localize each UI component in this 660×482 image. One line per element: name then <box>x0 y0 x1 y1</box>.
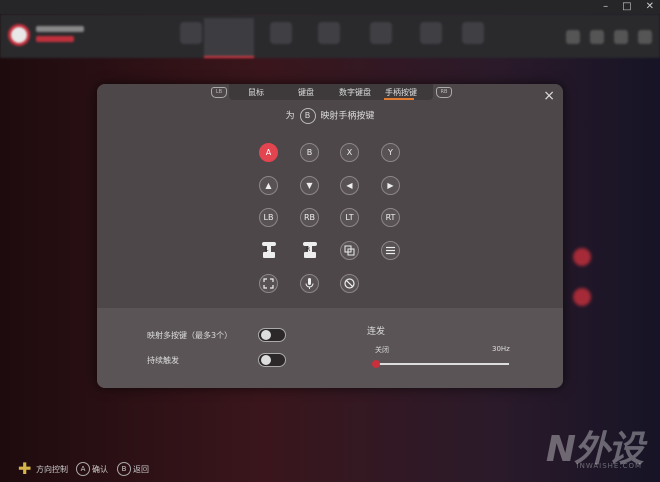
slider-max-label: 30Hz <box>492 345 510 353</box>
tab-gamepad-keys[interactable]: 手柄按键 <box>381 87 421 98</box>
key-x-button[interactable]: X <box>340 143 359 162</box>
right-stick-label: R <box>306 246 311 253</box>
view-icon <box>344 245 355 256</box>
key-lt-button[interactable]: LT <box>340 208 359 227</box>
close-icon[interactable]: × <box>543 88 555 104</box>
menu-icon <box>386 246 395 255</box>
window-controls: – □ ✕ <box>603 1 654 12</box>
gamepad-mapping-dialog: LB 鼠标 键盘 数字键盘 手柄按键 RB × 为 B 映射手柄按键 A B X… <box>97 84 563 388</box>
key-rt-button[interactable]: RT <box>381 208 400 227</box>
app-subtitle-placeholder <box>36 36 74 42</box>
back-key-icon: B <box>117 462 131 476</box>
tab-bar: 鼠标 键盘 数字键盘 手柄按键 <box>229 84 433 100</box>
nav-item-active[interactable] <box>204 18 254 58</box>
toggle-knob <box>261 355 271 365</box>
nav-item-1[interactable] <box>180 22 202 44</box>
turbo-label: 连发 <box>367 327 386 337</box>
multi-key-toggle[interactable] <box>258 328 286 342</box>
menu-button[interactable] <box>381 241 400 260</box>
slider-min-label: 关闭 <box>375 346 389 354</box>
subtitle-text: 映射手柄按键 <box>320 111 375 122</box>
capture-icon <box>263 278 274 289</box>
topbar-action-3[interactable] <box>614 30 628 44</box>
continuous-trigger-toggle[interactable] <box>258 353 286 367</box>
minimize-icon[interactable]: – <box>603 1 608 12</box>
tab-numpad[interactable]: 数字键盘 <box>335 87 375 98</box>
maximize-icon[interactable]: □ <box>622 1 631 12</box>
left-stick-label: L <box>265 246 269 253</box>
topbar-action-1[interactable] <box>566 30 580 44</box>
background-marker <box>573 288 591 306</box>
dpad-right-button[interactable]: ▶ <box>381 176 400 195</box>
dialog-subtitle: 为 B 映射手柄按键 <box>97 108 563 124</box>
nav-item-6[interactable] <box>420 22 442 44</box>
tab-mouse[interactable]: 鼠标 <box>243 87 269 98</box>
left-stick-press-icon[interactable]: L <box>259 240 279 264</box>
turbo-slider-handle[interactable] <box>372 360 380 368</box>
key-b-button[interactable]: B <box>300 143 319 162</box>
dpad-up-button[interactable]: ▲ <box>259 176 278 195</box>
close-window-icon[interactable]: ✕ <box>646 1 654 12</box>
confirm-hint-label: 确认 <box>92 465 108 474</box>
capture-button[interactable] <box>259 274 278 293</box>
nav-item-5[interactable] <box>370 22 392 44</box>
key-lb-button[interactable]: LB <box>259 208 278 227</box>
microphone-icon <box>305 278 314 289</box>
subtitle-prefix: 为 <box>285 111 295 122</box>
multi-key-label: 映射多按键（最多3个） <box>147 331 233 340</box>
background-marker <box>573 248 591 266</box>
active-tab-indicator <box>384 98 414 100</box>
view-button[interactable] <box>340 241 359 260</box>
dpad-hint-label: 方向控制 <box>36 465 68 474</box>
tab-keyboard[interactable]: 键盘 <box>293 87 319 98</box>
mic-button[interactable] <box>300 274 319 293</box>
rb-bumper-icon[interactable]: RB <box>436 87 452 98</box>
nav-item-7[interactable] <box>462 22 484 44</box>
right-stick-press-icon[interactable]: R <box>300 240 320 264</box>
topbar-action-2[interactable] <box>590 30 604 44</box>
top-nav-blurred <box>0 14 660 58</box>
watermark-site: INWAISHE.COM <box>576 462 642 470</box>
prohibited-icon <box>344 278 355 289</box>
nav-item-4[interactable] <box>318 22 340 44</box>
app-logo <box>8 24 30 46</box>
no-mapping-button[interactable] <box>340 274 359 293</box>
title-bar: – □ ✕ <box>0 0 660 14</box>
turbo-slider-track[interactable] <box>375 363 509 365</box>
key-a-button[interactable]: A <box>259 143 278 162</box>
nav-item-3[interactable] <box>270 22 292 44</box>
key-y-button[interactable]: Y <box>381 143 400 162</box>
dpad-left-button[interactable]: ◀ <box>340 176 359 195</box>
lb-bumper-icon[interactable]: LB <box>211 87 227 98</box>
continuous-trigger-label: 持续触发 <box>147 356 179 365</box>
back-hint-label: 返回 <box>133 465 149 474</box>
topbar-action-4[interactable] <box>638 30 652 44</box>
source-key-badge: B <box>299 108 316 124</box>
confirm-key-icon: A <box>76 462 90 476</box>
key-rb-button[interactable]: RB <box>300 208 319 227</box>
toggle-knob <box>261 330 271 340</box>
app-name-placeholder <box>36 26 84 32</box>
dpad-down-button[interactable]: ▼ <box>300 176 319 195</box>
